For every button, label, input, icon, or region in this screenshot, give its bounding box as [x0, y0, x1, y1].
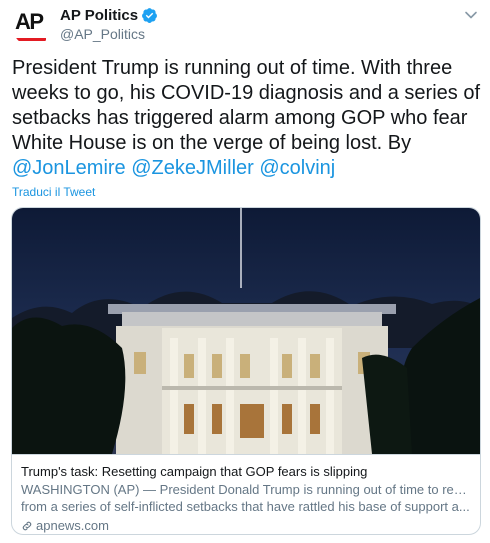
card-domain: apnews.com: [36, 518, 109, 533]
mention-zekejmiller[interactable]: @ZekeJMiller: [131, 157, 254, 179]
tweet: AP AP Politics @AP_Politics President Tr…: [0, 0, 490, 543]
card-description: WASHINGTON (AP) — President Donald Trump…: [21, 481, 471, 515]
chevron-down-icon[interactable]: [464, 8, 478, 22]
account-info: AP Politics @AP_Politics: [60, 6, 158, 42]
ap-logo-bar: [16, 38, 46, 41]
verified-badge-icon: [142, 7, 158, 23]
card-image-white-house[interactable]: [12, 208, 480, 454]
link-icon: [22, 521, 32, 530]
card-description-line1: WASHINGTON (AP) — President Donald Trump…: [21, 482, 471, 497]
handle[interactable]: @AP_Politics: [60, 26, 158, 42]
mention-jonlemire[interactable]: @JonLemire: [12, 157, 126, 179]
avatar[interactable]: AP: [12, 6, 52, 46]
tweet-header: AP AP Politics @AP_Politics: [12, 6, 480, 46]
display-name[interactable]: AP Politics: [60, 7, 138, 24]
tweet-body: President Trump is running out of time. …: [12, 57, 481, 154]
card-title[interactable]: Trump's task: Resetting campaign that GO…: [21, 463, 471, 480]
ap-logo: AP: [15, 9, 44, 34]
translate-tweet-link[interactable]: Traduci il Tweet: [12, 185, 95, 199]
link-card[interactable]: Trump's task: Resetting campaign that GO…: [11, 207, 481, 535]
tweet-text: President Trump is running out of time. …: [12, 56, 482, 181]
card-domain-row: apnews.com: [21, 517, 471, 534]
mention-colvinj[interactable]: @colvinj: [259, 157, 335, 179]
card-description-line2: from a series of self-inflicted setbacks…: [21, 499, 470, 514]
card-info: Trump's task: Resetting campaign that GO…: [12, 454, 480, 534]
